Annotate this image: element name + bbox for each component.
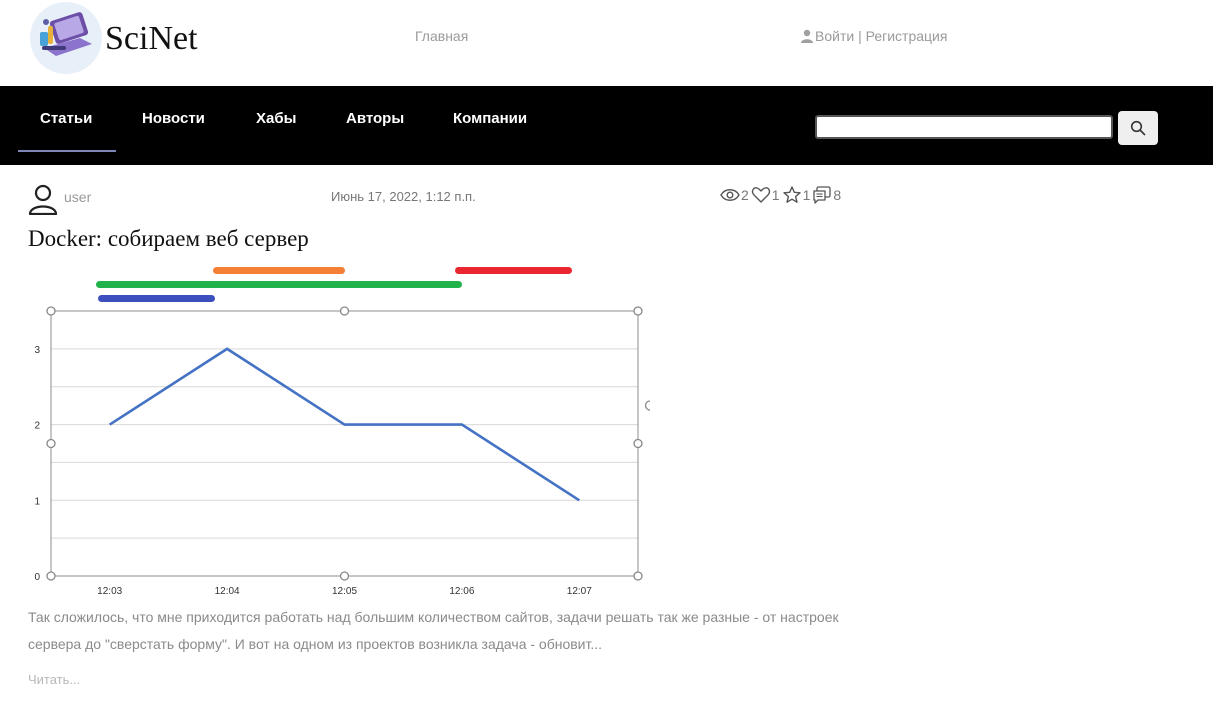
y-tick-label: 0 — [34, 572, 40, 583]
resize-handle — [46, 571, 56, 581]
comments-count: 8 — [833, 187, 842, 203]
resize-handle — [46, 438, 56, 449]
post-title[interactable]: Docker: собираем веб сервер — [28, 226, 309, 252]
comments-icon[interactable] — [812, 185, 832, 205]
plot-frame — [50, 310, 639, 577]
orange-marker — [213, 267, 345, 274]
x-tick-label: 12:05 — [332, 586, 357, 597]
avatar-icon[interactable] — [28, 184, 58, 215]
red-marker — [455, 267, 572, 274]
star-icon[interactable] — [782, 185, 802, 205]
search-button[interactable] — [1118, 111, 1158, 145]
login-link[interactable]: Войти — [815, 28, 854, 44]
auth-links: Войти | Регистрация — [800, 28, 947, 44]
active-tab-indicator — [18, 150, 116, 152]
likes-count: 1 — [771, 187, 780, 203]
nav-item-news[interactable]: Новости — [142, 110, 205, 127]
nav-item-companies[interactable]: Компании — [453, 110, 527, 127]
nav-item-authors[interactable]: Авторы — [346, 110, 404, 127]
search-input[interactable] — [815, 115, 1113, 139]
eye-icon[interactable] — [720, 185, 740, 205]
read-more-link[interactable]: Читать... — [28, 672, 80, 687]
favorites-count: 1 — [802, 187, 811, 203]
register-link[interactable]: Регистрация — [866, 28, 948, 44]
nav-item-articles[interactable]: Статьи — [40, 110, 92, 127]
auth-separator: | — [854, 28, 866, 44]
logo-icon[interactable] — [30, 2, 102, 74]
x-tick-label: 12:07 — [567, 586, 592, 597]
resize-handle — [46, 306, 56, 316]
resize-handle — [339, 571, 350, 581]
y-tick-label: 3 — [34, 345, 40, 356]
main-nav: Статьи Новости Хабы Авторы Компании — [0, 86, 1213, 165]
post-excerpt: Так сложилось, что мне приходится работа… — [28, 609, 839, 652]
home-link[interactable]: Главная — [415, 28, 468, 44]
author-name[interactable]: user — [64, 189, 91, 205]
resize-handle — [633, 306, 643, 316]
line-chart[interactable]: 0 1 2 3 12:03 12:04 12:05 12:06 12:07 — [28, 300, 653, 600]
resize-handle — [339, 306, 350, 316]
heart-icon[interactable] — [751, 185, 771, 205]
resize-handle — [633, 571, 643, 581]
views-count: 2 — [741, 187, 749, 203]
post-date: Июнь 17, 2022, 1:12 п.п. — [331, 189, 476, 204]
y-tick-label: 2 — [34, 421, 40, 432]
green-marker — [96, 281, 462, 288]
nav-item-hubs[interactable]: Хабы — [256, 110, 296, 127]
x-tick-label: 12:03 — [97, 586, 122, 597]
user-icon — [801, 29, 813, 43]
brand-name[interactable]: SciNet — [105, 20, 198, 58]
post-stats: 2 1 1 8 — [720, 185, 843, 205]
resize-handle — [633, 438, 643, 449]
x-tick-label: 12:04 — [215, 586, 240, 597]
top-header: SciNet Главная Войти | Регистрация — [0, 0, 1213, 86]
search-icon — [1130, 120, 1146, 136]
x-tick-label: 12:06 — [449, 586, 474, 597]
rotate-handle — [644, 400, 651, 411]
y-tick-label: 1 — [34, 496, 40, 507]
